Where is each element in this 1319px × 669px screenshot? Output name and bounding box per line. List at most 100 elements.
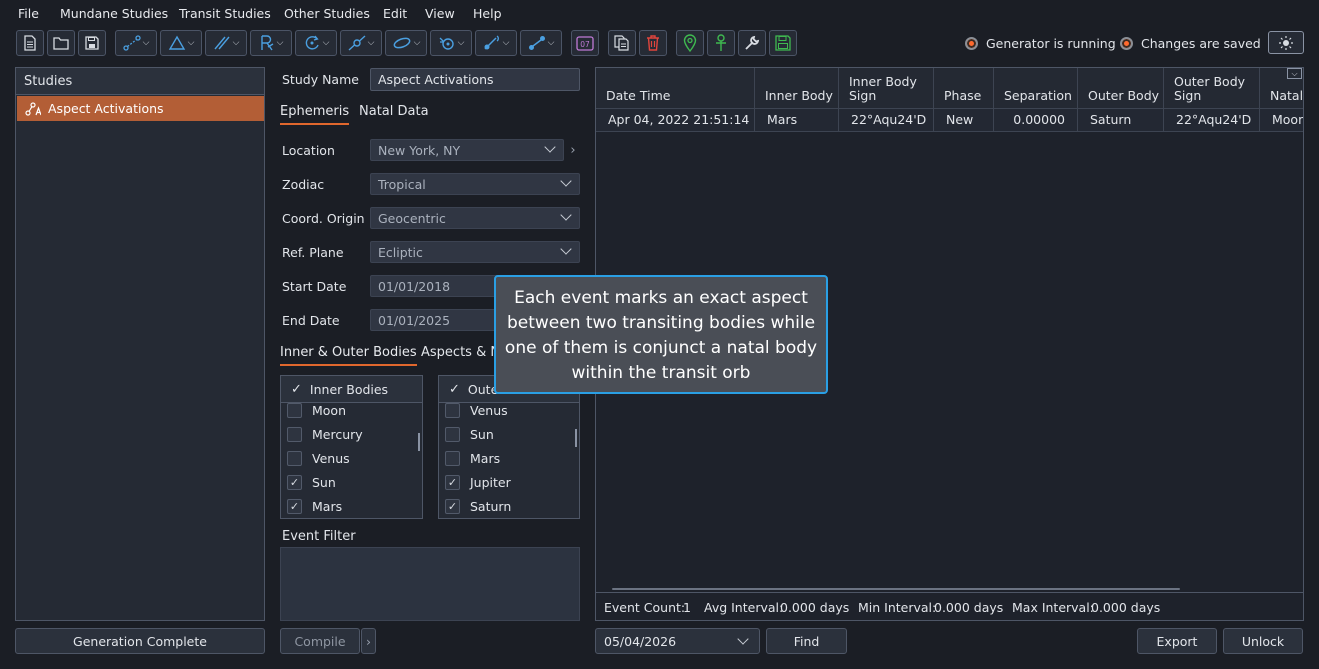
inner-body-mercury[interactable]: Mercury [287, 427, 363, 442]
menu-mundane-studies[interactable]: Mundane Studies [60, 6, 168, 21]
wrench-icon [745, 35, 760, 50]
checkbox-checked[interactable]: ✓ [287, 499, 302, 514]
checkbox[interactable] [445, 427, 460, 442]
inner-body-venus[interactable]: Venus [287, 451, 350, 466]
ref-plane-value: Ecliptic [378, 245, 423, 260]
sun-icon [1279, 35, 1293, 50]
tab-inner-outer-bodies[interactable]: Inner & Outer Bodies [280, 345, 417, 366]
study-name-label: Study Name [282, 72, 359, 87]
outer-body-saturn[interactable]: ✓ Saturn [445, 499, 511, 514]
new-file-button[interactable] [16, 30, 44, 56]
checkbox-checked[interactable]: ✓ [445, 475, 460, 490]
generator-indicator [965, 37, 978, 50]
study-name-input[interactable]: Aspect Activations [370, 68, 580, 91]
settings-button[interactable] [738, 30, 766, 56]
menu-edit[interactable]: Edit [383, 6, 407, 21]
node-dropdown[interactable]: ⌵ [340, 30, 382, 56]
calendar-label: 07 [580, 40, 590, 49]
zodiac-value: Tropical [378, 177, 426, 192]
coord-origin-value: Geocentric [378, 211, 446, 226]
copy-button[interactable] [608, 30, 636, 56]
inner-body-mars[interactable]: ✓ Mars [287, 499, 342, 514]
retrograde-dropdown[interactable]: ⌵ [250, 30, 292, 56]
location-button[interactable] [676, 30, 704, 56]
col-outer-body-sign[interactable]: Outer Body Sign [1164, 68, 1260, 108]
moon-dropdown[interactable]: ⌵ [475, 30, 517, 56]
horizontal-scrollbar[interactable] [612, 588, 1180, 590]
col-date-time[interactable]: Date Time [596, 68, 755, 108]
location-next-button[interactable]: › [566, 139, 580, 161]
compile-menu-button[interactable]: › [361, 628, 376, 654]
tab-ephemeris[interactable]: Ephemeris [280, 104, 350, 125]
location-select[interactable]: New York, NY [370, 139, 564, 161]
aspect-line-dropdown[interactable]: ⌵ [115, 30, 157, 56]
open-button[interactable] [47, 30, 75, 56]
inner-body-sun[interactable]: ✓ Sun [287, 475, 336, 490]
col-inner-body[interactable]: Inner Body [755, 68, 839, 108]
target-dropdown[interactable]: ⌵ [430, 30, 472, 56]
col-natal[interactable]: Natal [1260, 68, 1303, 108]
menu-other-studies[interactable]: Other Studies [284, 6, 370, 21]
find-button[interactable]: Find [766, 628, 847, 654]
inner-body-moon[interactable]: Moon [287, 403, 346, 418]
checkbox[interactable] [287, 403, 302, 418]
checkbox[interactable] [287, 427, 302, 442]
col-outer-body[interactable]: Outer Body [1078, 68, 1164, 108]
chevron-down-icon [544, 141, 556, 153]
body-label: Venus [470, 403, 508, 418]
coord-origin-label: Coord. Origin [282, 211, 365, 226]
outer-body-jupiter[interactable]: ✓ Jupiter [445, 475, 511, 490]
aspect-line-icon [122, 35, 141, 51]
natal-button[interactable] [707, 30, 735, 56]
save-button[interactable] [78, 30, 106, 56]
event-filter-input[interactable] [280, 547, 580, 621]
triangle-dropdown[interactable]: ⌵ [160, 30, 202, 56]
col-separation[interactable]: Separation [994, 68, 1078, 108]
cell-date-time: Apr 04, 2022 21:51:14 [596, 109, 755, 131]
menu-view[interactable]: View [425, 6, 455, 21]
inner-bodies-header[interactable]: ✓ Inner Bodies [281, 376, 422, 403]
connect-icon [528, 36, 545, 50]
checkbox[interactable] [445, 451, 460, 466]
unlock-button[interactable]: Unlock [1223, 628, 1303, 654]
checkbox-checked[interactable]: ✓ [445, 499, 460, 514]
node-icon [348, 35, 366, 51]
checkbox-checked[interactable]: ✓ [287, 475, 302, 490]
theme-toggle-button[interactable] [1268, 31, 1304, 54]
cycle-dropdown[interactable]: ⌵ [295, 30, 337, 56]
connect-dropdown[interactable]: ⌵ [520, 30, 562, 56]
checkbox[interactable] [287, 451, 302, 466]
chevron-down-icon [560, 243, 572, 255]
outer-body-venus[interactable]: Venus [445, 403, 508, 418]
scrollbar[interactable] [575, 429, 577, 447]
ellipse-dropdown[interactable]: ⌵ [385, 30, 427, 56]
ref-plane-label: Ref. Plane [282, 245, 344, 260]
coord-origin-select[interactable]: Geocentric [370, 207, 580, 229]
outer-body-mars[interactable]: Mars [445, 451, 500, 466]
body-label: Sun [312, 475, 336, 490]
ref-plane-select[interactable]: Ecliptic [370, 241, 580, 263]
date-select[interactable]: 05/04/2026 [595, 628, 760, 654]
outer-body-sun[interactable]: Sun [445, 427, 494, 442]
menu-file[interactable]: File [18, 6, 39, 21]
menu-help[interactable]: Help [473, 6, 502, 21]
tab-natal-data[interactable]: Natal Data [359, 104, 429, 119]
checkbox[interactable] [445, 403, 460, 418]
col-inner-body-sign[interactable]: Inner Body Sign [839, 68, 934, 108]
export-button[interactable]: Export [1137, 628, 1217, 654]
delete-button[interactable] [639, 30, 667, 56]
export-save-button[interactable] [769, 30, 797, 56]
study-item-aspect-activations[interactable]: Aspect Activations [17, 96, 264, 121]
menu-transit-studies[interactable]: Transit Studies [179, 6, 271, 21]
generation-status-button[interactable]: Generation Complete [15, 628, 265, 654]
col-phase[interactable]: Phase [934, 68, 994, 108]
new-file-icon [24, 35, 36, 51]
divider [596, 592, 1303, 593]
zodiac-select[interactable]: Tropical [370, 173, 580, 195]
parallel-dropdown[interactable]: ⌵ [205, 30, 247, 56]
compile-button[interactable]: Compile [280, 628, 360, 654]
calendar-button[interactable]: 07 [571, 30, 599, 56]
scrollbar[interactable] [418, 433, 420, 451]
max-interval-value: 0.000 days [1091, 600, 1161, 615]
tab-aspects[interactable]: Aspects & N [421, 345, 500, 360]
